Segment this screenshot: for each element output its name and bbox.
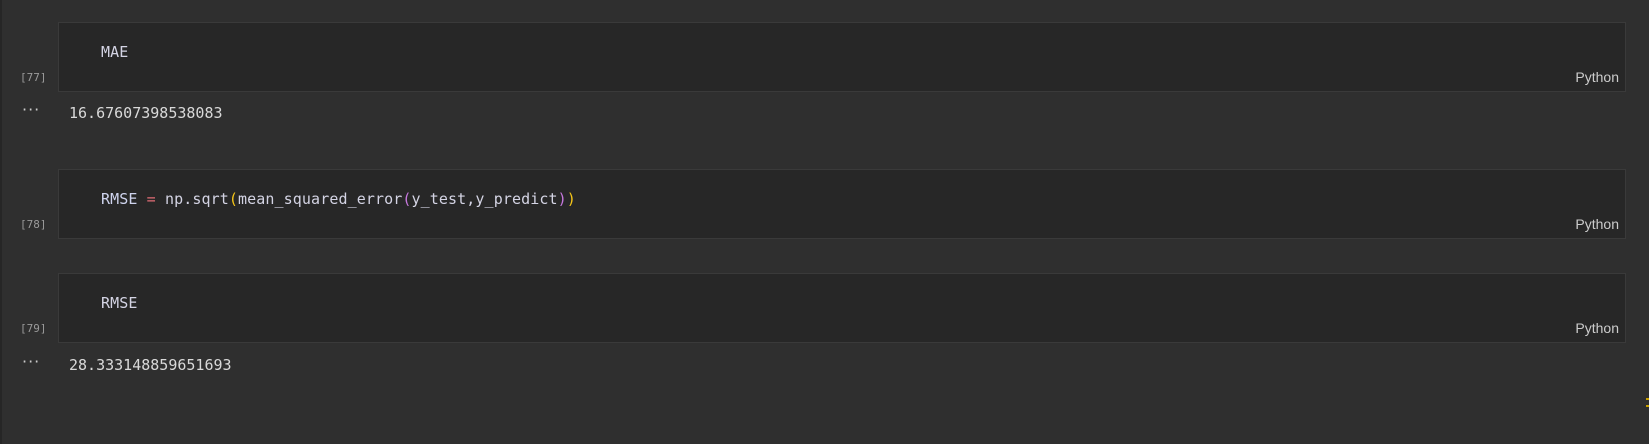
token-paren-open-inner: ( xyxy=(402,190,412,208)
cell-language-label[interactable]: Python xyxy=(1575,69,1619,85)
token-paren-close-outer: ) xyxy=(566,190,576,208)
cell-source[interactable]: MAE xyxy=(101,43,128,61)
cell-source[interactable]: RMSE = np.sqrt(mean_squared_error(y_test… xyxy=(101,190,576,208)
output-more-actions-icon[interactable]: ··· xyxy=(22,352,40,371)
token-operator: = xyxy=(146,190,156,208)
cell-language-label[interactable]: Python xyxy=(1575,320,1619,336)
left-gutter-edge xyxy=(0,0,2,444)
notebook-editor: MAE Python [77] ··· 16.67607398538083 RM… xyxy=(0,0,1649,444)
cell-output-79: 28.333148859651693 xyxy=(69,356,232,374)
token-paren-open-outer: ( xyxy=(228,190,239,208)
token-variable: RMSE xyxy=(101,190,138,208)
output-more-actions-icon[interactable]: ··· xyxy=(22,100,40,119)
token-args: y_test,y_predict xyxy=(411,190,558,208)
token-paren-close-inner: ) xyxy=(557,190,567,208)
code-cell-77[interactable]: MAE Python xyxy=(58,22,1626,92)
cell-output-77: 16.67607398538083 xyxy=(69,104,223,122)
cell-source[interactable]: RMSE xyxy=(101,294,138,312)
code-cell-78[interactable]: RMSE = np.sqrt(mean_squared_error(y_test… xyxy=(58,169,1626,239)
token-inner-function: mean_squared_error xyxy=(238,190,403,208)
execution-count-78: [78] xyxy=(20,218,47,231)
token-call: np.sqrt xyxy=(164,190,229,208)
code-cell-79[interactable]: RMSE Python xyxy=(58,273,1626,343)
execution-count-77: [77] xyxy=(20,71,47,84)
cell-language-label[interactable]: Python xyxy=(1575,216,1619,232)
execution-count-79: [79] xyxy=(20,322,47,335)
